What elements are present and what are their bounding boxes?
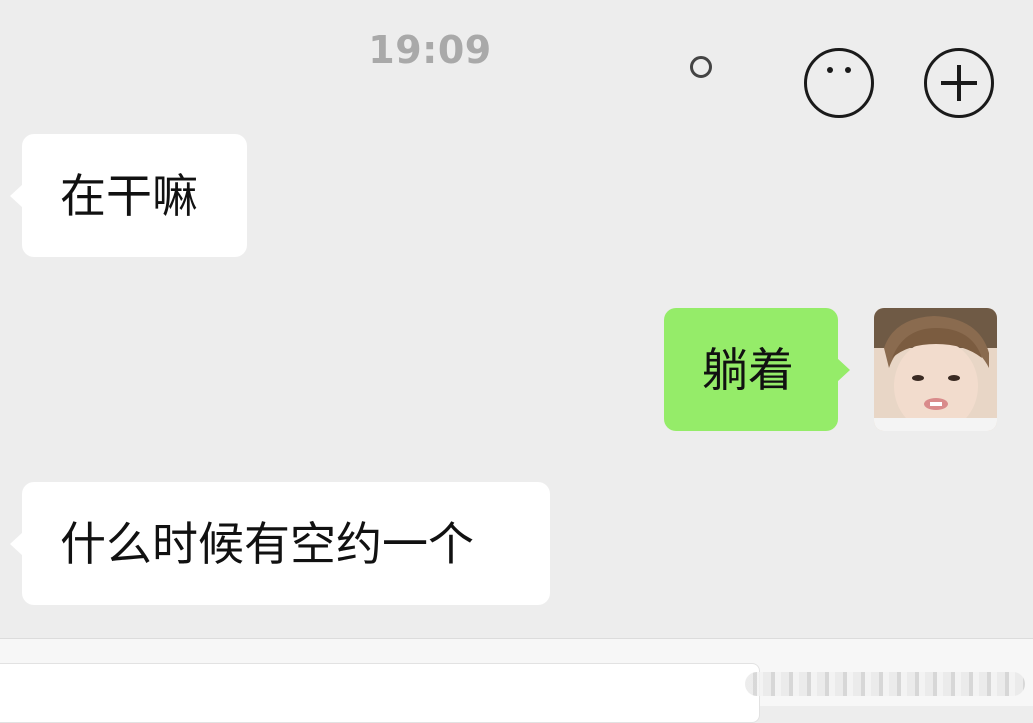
message-text: 在干嘛 <box>60 168 198 223</box>
chat-area: 19:09 在干嘛 躺着 什么时候有空约一个 <box>0 0 1033 638</box>
blurred-overlay <box>745 672 1025 696</box>
emoji-eye <box>845 67 851 73</box>
message-input[interactable] <box>0 663 760 723</box>
message-timestamp: 19:09 <box>368 28 492 72</box>
user-avatar[interactable] <box>874 308 997 431</box>
outgoing-message-bubble[interactable]: 躺着 <box>664 308 850 431</box>
plus-horizontal-bar <box>941 81 977 85</box>
avatar-photo-icon <box>874 308 997 431</box>
emoji-eye <box>827 67 833 73</box>
plus-icon[interactable] <box>924 48 994 118</box>
message-text: 什么时候有空约一个 <box>60 516 474 571</box>
incoming-message-bubble[interactable]: 在干嘛 <box>10 134 247 257</box>
incoming-message-bubble[interactable]: 什么时候有空约一个 <box>10 482 550 605</box>
message-text: 躺着 <box>702 342 794 397</box>
emoji-icon[interactable] <box>804 48 874 118</box>
voice-icon[interactable] <box>690 56 712 78</box>
